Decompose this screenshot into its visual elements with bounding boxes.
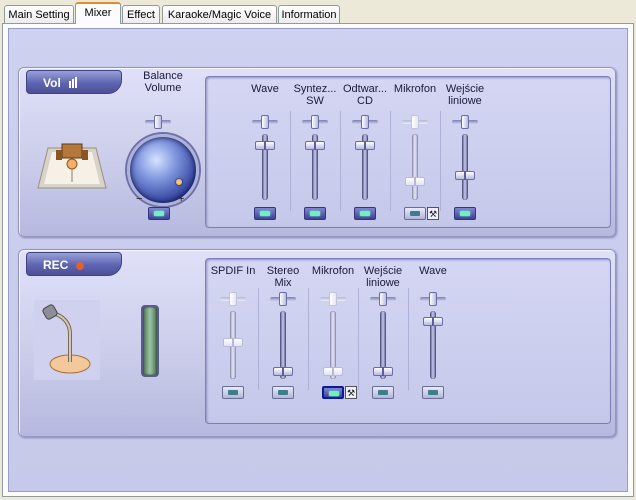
volume-track-playback-4[interactable] xyxy=(462,134,468,200)
led-indicator xyxy=(228,390,238,395)
volume-bars-icon xyxy=(69,72,78,96)
channel-sublabel-playback-2: CD xyxy=(357,95,373,107)
speaker-icon xyxy=(34,130,110,192)
balance-knob-record-0[interactable] xyxy=(229,292,237,306)
dial-plus: + xyxy=(178,193,185,205)
balance-knob-playback-4[interactable] xyxy=(461,115,469,129)
dial-minus: − xyxy=(136,193,143,205)
led-indicator xyxy=(428,390,438,395)
channel-select-button-record-3[interactable] xyxy=(372,386,394,399)
balance-knob-record-3[interactable] xyxy=(379,292,387,306)
wrench-icon[interactable]: ⚒ xyxy=(345,386,357,399)
wrench-icon[interactable]: ⚒ xyxy=(427,207,439,220)
led-indicator xyxy=(278,390,288,395)
volume-label: Volume xyxy=(144,82,182,94)
led-indicator xyxy=(460,211,470,216)
volume-knob-playback-2[interactable] xyxy=(355,140,375,150)
channel-select-button-record-2[interactable] xyxy=(322,386,344,399)
channel-select-button-record-1[interactable] xyxy=(272,386,294,399)
tab-main-setting[interactable]: Main Setting xyxy=(4,5,74,23)
channel-sublabel-playback-4: liniowe xyxy=(448,95,482,107)
channel-separator xyxy=(390,111,391,211)
channel-select-button-record-4[interactable] xyxy=(422,386,444,399)
tab-effect[interactable]: Effect xyxy=(122,5,160,23)
led-indicator xyxy=(378,390,388,395)
volume-track-playback-3[interactable] xyxy=(412,134,418,200)
channel-separator xyxy=(290,111,291,211)
channel-select-button-playback-0[interactable] xyxy=(254,207,276,220)
balance-knob-playback-1[interactable] xyxy=(311,115,319,129)
channel-separator xyxy=(340,111,341,211)
channel-select-button-playback-1[interactable] xyxy=(304,207,326,220)
channel-select-button-playback-3[interactable] xyxy=(404,207,426,220)
balance-knob-record-2[interactable] xyxy=(329,292,337,306)
rec-badge: REC xyxy=(26,252,122,276)
channel-select-button-record-0[interactable] xyxy=(222,386,244,399)
tab-information[interactable]: Information xyxy=(278,5,340,23)
led-indicator xyxy=(360,211,370,216)
channel-separator xyxy=(408,288,409,390)
record-level-meter xyxy=(141,305,159,377)
channel-select-button-playback-4[interactable] xyxy=(454,207,476,220)
volume-knob-record-2[interactable] xyxy=(323,367,343,377)
rec-badge-label: REC xyxy=(43,258,69,272)
vol-badge: Vol xyxy=(26,70,122,94)
balance-knob-playback-0[interactable] xyxy=(261,115,269,129)
balance-knob-playback-2[interactable] xyxy=(361,115,369,129)
led-indicator xyxy=(310,211,320,216)
led-indicator xyxy=(329,391,339,396)
record-dot-icon xyxy=(75,261,84,270)
tab-mixer[interactable]: Mixer xyxy=(75,2,121,24)
volume-knob-record-4[interactable] xyxy=(423,316,443,326)
volume-knob-playback-1[interactable] xyxy=(305,140,325,150)
channel-sublabel-record-3: liniowe xyxy=(366,277,400,289)
channel-separator xyxy=(358,288,359,390)
master-mute-button[interactable] xyxy=(148,207,170,220)
channel-select-button-playback-2[interactable] xyxy=(354,207,376,220)
volume-knob-record-1[interactable] xyxy=(273,367,293,377)
balance-knob-record-1[interactable] xyxy=(279,292,287,306)
channel-label-playback-4: Wejście xyxy=(445,83,485,95)
led-indicator xyxy=(410,211,420,216)
balance-knob-playback-3[interactable] xyxy=(411,115,419,129)
vol-badge-label: Vol xyxy=(43,76,61,90)
channel-separator xyxy=(440,111,441,211)
volume-knob-playback-0[interactable] xyxy=(255,140,275,150)
microphone-icon xyxy=(34,300,100,380)
channel-separator xyxy=(258,288,259,390)
tab-karaoke-magic-voice[interactable]: Karaoke/Magic Voice xyxy=(162,5,277,23)
balance-knob-record-4[interactable] xyxy=(429,292,437,306)
master-balance-knob[interactable] xyxy=(154,115,162,129)
channel-sublabel-record-1: Mix xyxy=(274,277,292,289)
dial-indicator xyxy=(176,179,182,185)
channel-separator xyxy=(308,288,309,390)
led-indicator xyxy=(260,211,270,216)
volume-knob-record-3[interactable] xyxy=(373,367,393,377)
volume-knob-record-0[interactable] xyxy=(223,337,243,347)
channel-label-record-4: Wave xyxy=(419,265,447,277)
balance-label: Balance xyxy=(143,70,183,82)
volume-knob-playback-3[interactable] xyxy=(405,176,425,186)
volume-knob-playback-4[interactable] xyxy=(455,171,475,181)
